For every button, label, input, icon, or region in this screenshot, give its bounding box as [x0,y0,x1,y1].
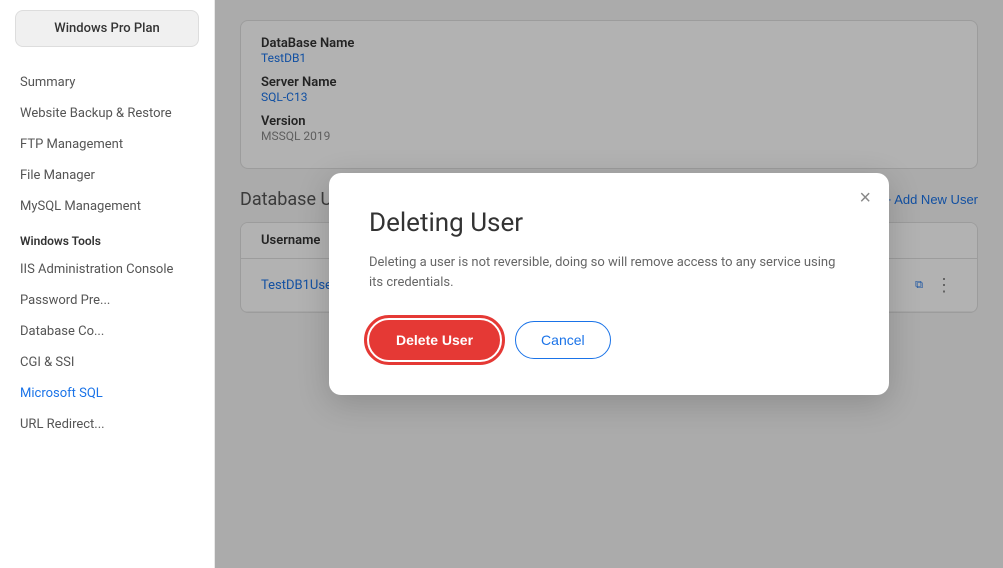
modal-description: Deleting a user is not reversible, doing… [369,253,849,292]
sidebar: Windows Pro Plan Summary Website Backup … [0,0,215,568]
delete-user-button[interactable]: Delete User [369,320,500,360]
sidebar-item-mssql[interactable]: Microsoft SQL [0,378,214,409]
modal-overlay[interactable]: × Deleting User Deleting a user is not r… [215,0,1003,568]
sidebar-item-summary[interactable]: Summary [0,67,214,98]
sidebar-item-iis[interactable]: IIS Administration Console [0,254,214,285]
windows-tools-section: Windows Tools [0,222,214,254]
sidebar-item-password[interactable]: Password Pre... [0,285,214,316]
modal-close-button[interactable]: × [859,188,871,208]
sidebar-item-backup[interactable]: Website Backup & Restore [0,98,214,129]
sidebar-item-url-redirect[interactable]: URL Redirect... [0,409,214,440]
sidebar-item-ftp[interactable]: FTP Management [0,129,214,160]
modal-actions: Delete User Cancel [369,320,849,360]
plan-button[interactable]: Windows Pro Plan [15,10,199,47]
modal-title: Deleting User [369,208,849,238]
sidebar-item-cgi[interactable]: CGI & SSI [0,347,214,378]
delete-user-modal: × Deleting User Deleting a user is not r… [329,173,889,395]
main-content: DataBase Name TestDB1 Server Name SQL-C1… [215,0,1003,568]
sidebar-item-file-manager[interactable]: File Manager [0,160,214,191]
cancel-button[interactable]: Cancel [515,321,611,359]
sidebar-item-mysql[interactable]: MySQL Management [0,191,214,222]
sidebar-item-database-console[interactable]: Database Co... [0,316,214,347]
